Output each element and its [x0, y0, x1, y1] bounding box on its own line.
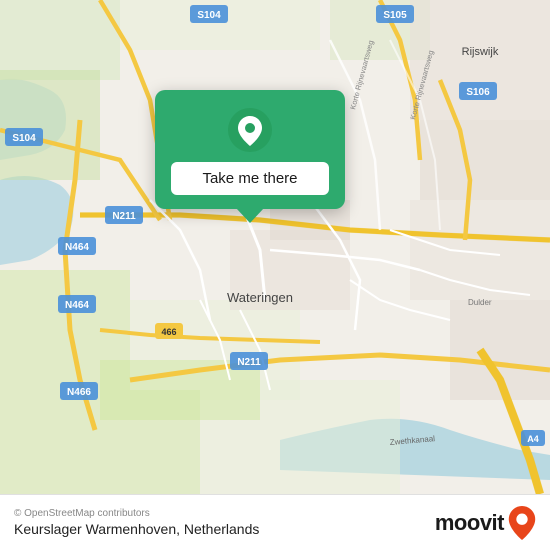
- location-pin-icon: [228, 108, 272, 152]
- svg-text:A4: A4: [527, 434, 539, 444]
- map-background: S104 S104 S105 S106 N211 N211 N464 N464 …: [0, 0, 550, 494]
- location-name: Keurslager Warmenhoven, Netherlands: [14, 521, 259, 537]
- footer-left: © OpenStreetMap contributors Keurslager …: [14, 508, 259, 537]
- svg-text:Wateringen: Wateringen: [227, 290, 293, 305]
- svg-text:S105: S105: [383, 10, 407, 21]
- moovit-brand-text: moovit: [435, 510, 504, 536]
- footer-bar: © OpenStreetMap contributors Keurslager …: [0, 494, 550, 550]
- svg-text:S104: S104: [12, 133, 36, 144]
- svg-text:S106: S106: [466, 87, 490, 98]
- popup-card: Take me there: [155, 90, 345, 209]
- svg-text:466: 466: [161, 327, 176, 337]
- copyright-text: © OpenStreetMap contributors: [14, 508, 259, 519]
- svg-text:N211: N211: [112, 211, 136, 222]
- svg-text:Dulder: Dulder: [468, 298, 492, 307]
- svg-text:N211: N211: [237, 357, 261, 368]
- moovit-pin-icon: [508, 506, 536, 540]
- svg-text:Rijswijk: Rijswijk: [462, 46, 499, 58]
- svg-text:N464: N464: [65, 242, 89, 253]
- svg-text:S104: S104: [197, 10, 221, 21]
- svg-text:N464: N464: [65, 300, 89, 311]
- svg-text:N466: N466: [67, 387, 91, 398]
- map-container: S104 S104 S105 S106 N211 N211 N464 N464 …: [0, 0, 550, 494]
- take-me-there-button[interactable]: Take me there: [171, 162, 329, 195]
- moovit-logo: moovit: [435, 506, 536, 540]
